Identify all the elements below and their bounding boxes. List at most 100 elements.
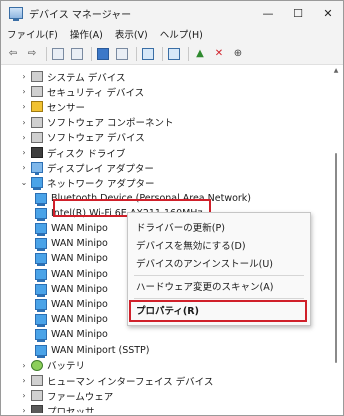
close-button[interactable]: ✕ <box>313 1 343 25</box>
tree-item-label: WAN Minipo <box>51 238 108 250</box>
scan-hardware-icon[interactable] <box>140 46 156 62</box>
update-driver-icon[interactable]: ▲ <box>192 46 208 62</box>
toolbar-separator <box>46 46 47 61</box>
computer-icon[interactable] <box>166 46 182 62</box>
tree-item[interactable]: WAN Minipo <box>33 267 108 282</box>
network-adapter-icon <box>35 253 47 267</box>
menu-help[interactable]: ヘルプ(H) <box>160 27 203 41</box>
tree-item[interactable]: › ディスク ドライブ <box>19 145 125 160</box>
chevron-down-icon[interactable]: ⌄ <box>19 178 29 187</box>
device-icon <box>31 375 43 386</box>
tree-item-label: WAN Minipo <box>51 253 108 265</box>
tree-item[interactable]: WAN Minipo <box>33 297 108 312</box>
network-adapter-icon <box>31 177 43 191</box>
menu-scan-hardware[interactable]: ハードウェア変更のスキャン(A) <box>128 278 310 294</box>
tree-item-label: ソフトウェア デバイス <box>47 133 145 145</box>
tree-item[interactable]: WAN Minipo <box>33 282 108 297</box>
chevron-right-icon[interactable]: › <box>19 118 29 127</box>
tree-item[interactable]: WAN Miniport (SSTP) <box>33 343 150 358</box>
tree-item-label: ネットワーク アダプター <box>47 178 155 190</box>
tree-item-label: WAN Minipo <box>51 268 108 280</box>
chevron-right-icon[interactable]: › <box>19 102 29 111</box>
chevron-right-icon[interactable]: › <box>19 361 29 370</box>
chevron-right-icon[interactable]: › <box>19 133 29 142</box>
chevron-right-icon[interactable]: › <box>19 406 29 413</box>
battery-icon <box>31 359 43 371</box>
network-adapter-icon <box>35 329 47 343</box>
menu-file[interactable]: ファイル(F) <box>7 27 58 41</box>
menu-action[interactable]: 操作(A) <box>70 27 103 41</box>
tree-item[interactable]: › ヒューマン インターフェイス デバイス <box>19 373 213 388</box>
network-adapter-icon <box>35 283 47 297</box>
menu-uninstall-device[interactable]: デバイスのアンインストール(U) <box>128 255 310 271</box>
tree-item[interactable]: › システム デバイス <box>19 69 125 84</box>
device-icon <box>31 86 43 98</box>
toolbar-separator <box>162 46 163 61</box>
tree-item[interactable]: WAN Minipo <box>33 251 108 267</box>
network-adapter-icon <box>35 223 47 236</box>
tree-item[interactable]: › セキュリティ デバイス <box>19 84 144 99</box>
window-controls: — ☐ ✕ <box>253 1 343 25</box>
help-icon[interactable] <box>95 46 111 62</box>
device-manager-icon <box>9 7 23 21</box>
tree-item[interactable]: WAN Minipo <box>33 327 108 343</box>
back-arrow-icon[interactable]: ⇦ <box>5 46 21 62</box>
menu-update-driver[interactable]: ドライバーの更新(P) <box>128 219 310 235</box>
tree-item-label: ディスプレイ アダプター <box>47 163 154 175</box>
menu-separator <box>134 298 304 299</box>
toolbar: ⇦ ⇨ ▲ ✕ ⊕ <box>1 43 343 65</box>
tree-item[interactable]: WAN Minipo <box>33 236 108 252</box>
device-icon <box>31 405 43 413</box>
tree-item-label: センサー <box>47 102 86 114</box>
properties-icon[interactable] <box>69 46 85 62</box>
toolbar-separator <box>91 46 92 61</box>
scroll-thumb[interactable] <box>335 153 337 363</box>
tree-item[interactable]: › ディスプレイ アダプター <box>19 160 154 176</box>
chevron-right-icon[interactable]: › <box>19 87 29 96</box>
maximize-button[interactable]: ☐ <box>283 1 313 25</box>
network-adapter-icon <box>35 344 47 358</box>
chevron-right-icon[interactable]: › <box>19 163 29 172</box>
tree-item[interactable]: › ソフトウェア コンポーネント <box>19 115 174 130</box>
tree-item[interactable]: WAN Minipo <box>33 312 108 328</box>
tree-item-label: WAN Minipo <box>51 299 108 310</box>
chevron-right-icon[interactable]: › <box>19 391 29 400</box>
device-icon <box>31 147 43 158</box>
view-icon[interactable] <box>114 46 130 62</box>
tree-item[interactable]: › ソフトウェア デバイス <box>19 130 145 145</box>
download-arrow-icon[interactable]: ⊕ <box>230 46 246 62</box>
chevron-right-icon[interactable]: › <box>19 376 29 385</box>
network-adapter-icon <box>35 207 47 221</box>
tree-item-label: バッテリ <box>47 361 86 373</box>
scroll-up-arrow-icon[interactable]: ▲ <box>333 67 339 75</box>
tree-item-label: WAN Minipo <box>51 329 108 341</box>
uninstall-x-icon[interactable]: ✕ <box>211 46 227 62</box>
menu-view[interactable]: 表示(V) <box>115 27 148 41</box>
tree-item-label: ソフトウェア コンポーネント <box>47 118 174 130</box>
menu-disable-device[interactable]: デバイスを無効にする(D) <box>128 237 310 253</box>
chevron-right-icon[interactable]: › <box>19 72 29 81</box>
network-adapter-icon <box>35 192 47 206</box>
device-icon <box>31 101 43 113</box>
tree-item[interactable]: ⌄ ネットワーク アダプター <box>19 175 155 191</box>
title-bar: デバイス マネージャー — ☐ ✕ <box>1 1 343 25</box>
minimize-button[interactable]: — <box>253 1 283 25</box>
tree-item-label: WAN Minipo <box>51 283 108 295</box>
network-adapter-icon <box>35 314 47 328</box>
tree-item[interactable]: › センサー <box>19 99 85 114</box>
device-icon <box>31 71 43 82</box>
tree-item[interactable]: › ファームウェア <box>19 388 113 403</box>
device-manager-window: デバイス マネージャー — ☐ ✕ ファイル(F) 操作(A) 表示(V) ヘル… <box>0 0 344 416</box>
display-icon <box>31 162 43 176</box>
device-icon <box>31 390 43 402</box>
chevron-right-icon[interactable]: › <box>19 148 29 157</box>
tree-item[interactable]: › バッテリ <box>19 358 85 373</box>
network-adapter-icon <box>35 268 47 282</box>
tree-item[interactable]: › プロセッサ <box>19 403 95 413</box>
tree-item-label: ディスク ドライブ <box>47 148 126 160</box>
window-title: デバイス マネージャー <box>29 9 132 21</box>
show-hide-tree-icon[interactable] <box>50 46 66 62</box>
vertical-scrollbar[interactable]: ▲ <box>333 67 339 413</box>
forward-arrow-icon[interactable]: ⇨ <box>24 46 40 62</box>
tree-item[interactable]: WAN Minipo <box>33 221 108 236</box>
